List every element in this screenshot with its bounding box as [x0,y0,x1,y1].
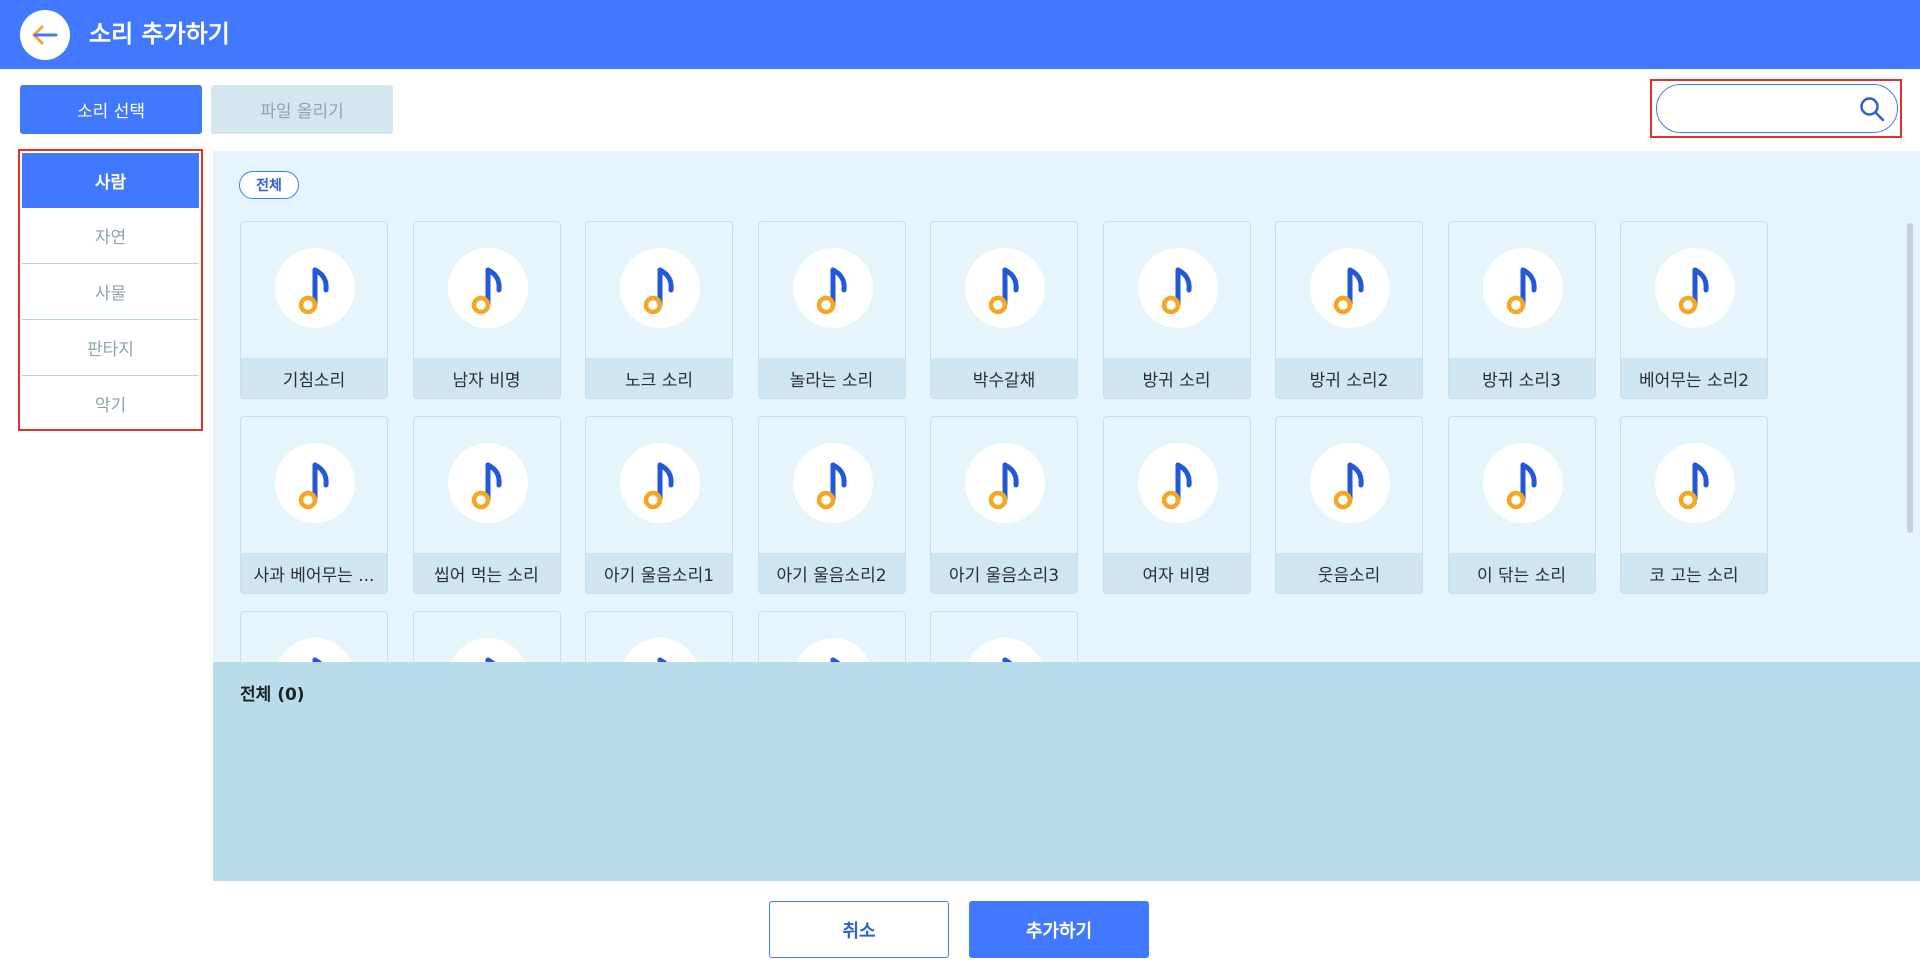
music-note-icon [1137,248,1218,328]
music-note-icon [1655,443,1735,523]
sidebar-item-people[interactable]: 사람 [22,153,199,208]
sidebar-item-nature[interactable]: 자연 [22,208,199,263]
scrollbar[interactable] [1907,223,1913,533]
sound-card-label: 방귀 소리 [1103,358,1250,398]
sound-card[interactable] [757,611,906,662]
sound-card-label: 코 고는 소리 [1621,553,1767,593]
sound-card-label: 여자 비명 [1103,553,1250,593]
add-button[interactable]: 추가하기 [969,901,1149,958]
sound-card[interactable] [585,611,733,662]
sound-card-label: 박수갈채 [931,358,1077,398]
sound-card[interactable] [930,611,1078,662]
sound-card[interactable]: 사과 베어무는 ... [240,416,388,594]
music-note-icon [792,443,873,523]
sound-card[interactable]: 남자 비명 [412,221,561,399]
sound-card-label: 아기 울음소리1 [586,553,732,593]
music-note-icon [965,248,1045,328]
sidebar-item-objects[interactable]: 사물 [22,264,199,319]
sound-grid-panel: 전체 기침소리 남자 비명 노크 소리 놀라는 소리 박수갈채 방귀 소리 방귀 소리2 방귀… [213,151,1920,662]
sound-card[interactable]: 코 고는 소리 [1620,416,1768,594]
sound-card[interactable]: 놀라는 소리 [757,221,906,399]
music-note-icon [447,248,528,328]
music-note-icon [620,638,700,662]
sound-card-label: 방귀 소리2 [1276,358,1422,398]
sound-card[interactable]: 이 닦는 소리 [1447,416,1596,594]
back-button[interactable] [20,10,70,60]
sound-card[interactable]: 방귀 소리 [1102,221,1251,399]
search-input[interactable] [1671,93,1855,125]
music-note-icon [447,638,528,662]
music-note-icon [1137,443,1218,523]
sound-card[interactable] [412,611,561,662]
sound-card-label: 방귀 소리3 [1448,358,1595,398]
music-note-icon [792,638,873,662]
sound-card[interactable]: 웃음소리 [1275,416,1423,594]
music-note-icon [620,248,700,328]
music-note-icon [792,248,873,328]
music-note-icon [1310,248,1390,328]
category-sidebar: 사람 자연 사물 판타지 악기 [18,149,203,431]
sound-card-label: 아기 울음소리3 [931,553,1077,593]
search-frame [1650,79,1902,138]
sound-card-label: 베어무는 소리2 [1621,358,1767,398]
cancel-button[interactable]: 취소 [769,901,949,958]
sound-card-label: 기침소리 [241,358,387,398]
music-note-icon [1482,248,1563,328]
sound-card-label: 웃음소리 [1276,553,1422,593]
sound-card-label: 씹어 먹는 소리 [413,553,560,593]
music-note-icon [275,638,355,662]
arrow-left-icon [32,25,58,45]
music-note-icon [965,443,1045,523]
music-note-icon [965,638,1045,662]
sound-card[interactable]: 씹어 먹는 소리 [412,416,561,594]
sound-card-label: 아기 울음소리2 [758,553,905,593]
sound-card[interactable]: 기침소리 [240,221,388,399]
filter-chip-all[interactable]: 전체 [239,171,299,199]
sound-card-label: 이 닦는 소리 [1448,553,1595,593]
sound-card[interactable]: 베어무는 소리2 [1620,221,1768,399]
sound-card[interactable] [240,611,388,662]
sound-card-label: 남자 비명 [413,358,560,398]
sound-card-label: 놀라는 소리 [758,358,905,398]
page-title: 소리 추가하기 [89,20,230,48]
selected-count-label: 전체 (0) [240,685,305,705]
sound-card[interactable]: 방귀 소리3 [1447,221,1596,399]
music-note-icon [275,248,355,328]
tab-upload-file[interactable]: 파일 올리기 [211,85,393,134]
sound-card[interactable]: 박수갈채 [930,221,1078,399]
search-box [1656,84,1898,133]
music-note-icon [1482,443,1563,523]
sidebar-item-instruments[interactable]: 악기 [22,376,199,431]
tab-select-sound[interactable]: 소리 선택 [20,85,202,134]
sound-card[interactable]: 여자 비명 [1102,416,1251,594]
search-icon[interactable] [1859,96,1885,122]
sound-card[interactable]: 아기 울음소리3 [930,416,1078,594]
music-note-icon [447,443,528,523]
sound-card[interactable]: 아기 울음소리2 [757,416,906,594]
sound-card-label: 사과 베어무는 ... [241,553,387,593]
music-note-icon [620,443,700,523]
sound-card[interactable]: 아기 울음소리1 [585,416,733,594]
music-note-icon [1655,248,1735,328]
sound-card-label: 노크 소리 [586,358,732,398]
sound-card[interactable]: 방귀 소리2 [1275,221,1423,399]
selected-sounds-panel: 전체 (0) [213,662,1920,881]
header-bar: 소리 추가하기 [0,0,1920,69]
sound-card[interactable]: 노크 소리 [585,221,733,399]
sidebar-item-fantasy[interactable]: 판타지 [22,320,199,375]
music-note-icon [1310,443,1390,523]
music-note-icon [275,443,355,523]
